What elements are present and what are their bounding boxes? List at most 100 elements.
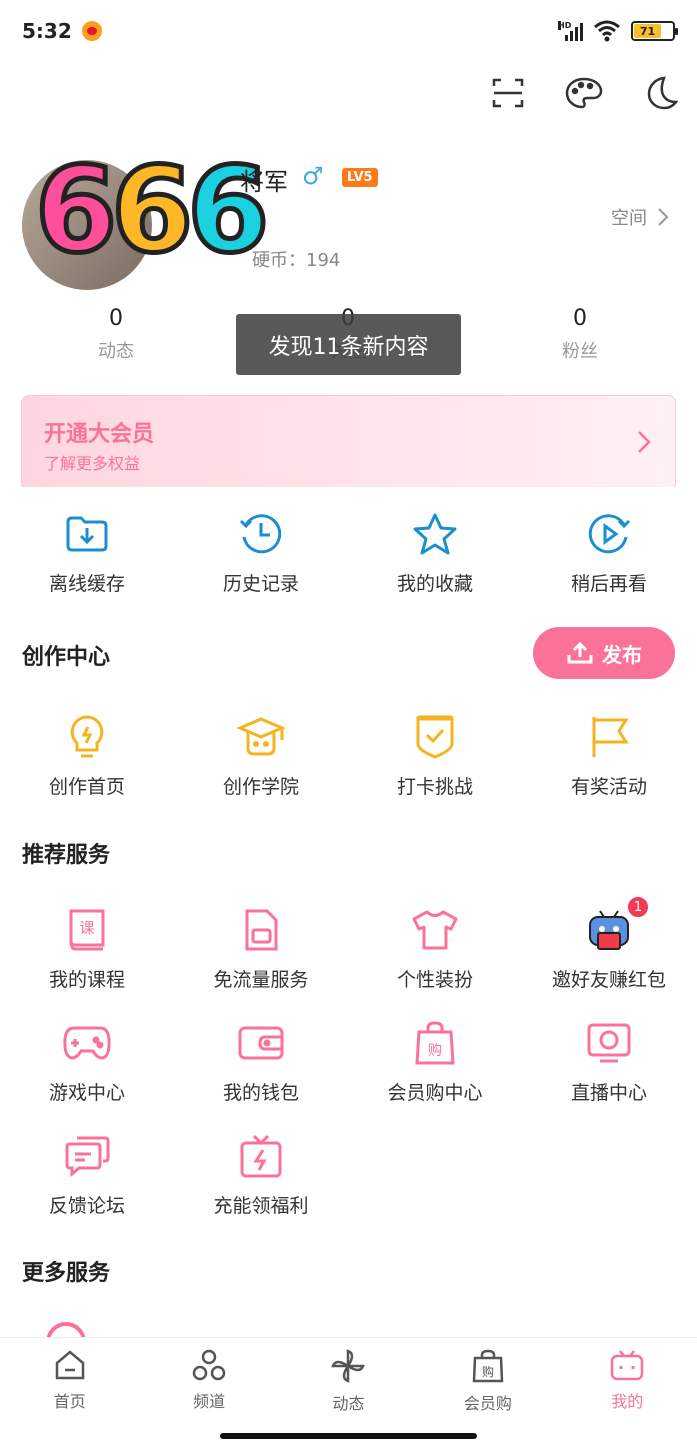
channel-icon	[192, 1349, 226, 1381]
username[interactable]: 将军	[240, 162, 288, 197]
tv-mine-icon	[611, 1350, 644, 1381]
666-badge-image: 666	[32, 141, 271, 279]
service-game-center[interactable]: 游戏中心	[0, 1018, 174, 1105]
creation-academy[interactable]: 创作学院	[174, 712, 348, 799]
creation-home[interactable]: 创作首页	[0, 712, 174, 799]
service-label: 我的课程	[48, 969, 125, 991]
service-my-courses[interactable]: 课 我的课程	[0, 905, 174, 992]
service-feedback-forum[interactable]: 反馈论坛	[0, 1131, 174, 1218]
creation-row: 创作首页 创作学院 打卡挑战 有奖活动	[0, 712, 697, 799]
status-indicators: HD 71	[558, 20, 678, 42]
home-indicator[interactable]	[220, 1433, 477, 1439]
stat-value: 0	[109, 306, 123, 331]
tab-label: 会员购	[463, 1394, 512, 1413]
publish-button[interactable]: 发布	[533, 627, 675, 679]
recommended-row-3: 反馈论坛 充能领福利	[0, 1131, 697, 1218]
stat-fans[interactable]: 0 粉丝	[464, 306, 696, 363]
vip-subtitle: 了解更多权益	[44, 454, 141, 473]
top-actions	[489, 74, 679, 112]
creation-label: 打卡挑战	[396, 776, 473, 798]
watch-later-icon	[584, 509, 634, 559]
quick-action-label: 离线缓存	[48, 573, 125, 595]
gamepad-icon	[62, 1018, 112, 1068]
service-invite-friends[interactable]: 1 邀好友赚红包	[522, 895, 696, 992]
svg-text:购: 购	[428, 1043, 442, 1059]
service-label: 邀好友赚红包	[551, 969, 666, 991]
space-link-label: 空间	[611, 208, 647, 229]
tshirt-icon	[410, 905, 460, 955]
quick-action-label: 稍后再看	[570, 573, 647, 595]
network-type-label: HD	[558, 21, 572, 30]
service-wallet[interactable]: 我的钱包	[174, 1018, 348, 1105]
chat-bubbles-icon	[62, 1131, 112, 1181]
stat-label: 动态	[98, 341, 134, 362]
star-icon	[410, 509, 460, 559]
service-live-center[interactable]: 直播中心	[522, 1018, 696, 1105]
battery-icon: 71	[631, 21, 678, 41]
service-vip-shop[interactable]: 购 会员购中心	[348, 1018, 522, 1105]
level-badge: LV5	[342, 168, 378, 187]
tab-label: 频道	[193, 1392, 226, 1411]
palette-icon[interactable]	[565, 74, 603, 112]
tab-home[interactable]: 首页	[0, 1338, 139, 1451]
lightbulb-icon	[62, 712, 112, 762]
gender-male-icon: ♂	[302, 162, 324, 190]
service-label: 充能领福利	[213, 1195, 309, 1217]
service-label: 免流量服务	[213, 969, 309, 991]
service-free-data[interactable]: 免流量服务	[174, 905, 348, 992]
svg-text:课: 课	[79, 919, 94, 937]
graduation-cap-icon	[236, 712, 286, 762]
stat-dynamics[interactable]: 0 动态	[0, 306, 232, 363]
coin-count: 硬币：194	[252, 250, 341, 271]
quick-action-label: 历史记录	[222, 573, 299, 595]
service-label: 个性装扮	[396, 969, 473, 991]
upload-icon	[567, 641, 593, 664]
creation-rewards[interactable]: 有奖活动	[522, 712, 696, 799]
quick-action-history[interactable]: 历史记录	[174, 509, 348, 596]
tab-label: 我的	[611, 1392, 644, 1411]
stat-value: 0	[573, 306, 587, 331]
publish-button-label: 发布	[602, 642, 642, 667]
download-folder-icon	[62, 509, 112, 559]
quick-actions-row: 离线缓存 历史记录 我的收藏 稍后再看	[0, 509, 697, 596]
quick-action-favorites[interactable]: 我的收藏	[348, 509, 522, 596]
section-title-more-services: 更多服务	[22, 1261, 111, 1286]
shopping-bag-icon: 购	[410, 1018, 460, 1068]
status-time: 5:32	[22, 19, 72, 43]
recommended-row-1: 课 我的课程 免流量服务 个性装扮 1 邀好友赚红包	[0, 895, 697, 992]
tab-mine[interactable]: 我的	[558, 1338, 697, 1451]
scan-icon[interactable]	[489, 74, 527, 112]
service-dress-up[interactable]: 个性装扮	[348, 905, 522, 992]
chevron-right-icon	[658, 208, 669, 226]
quick-action-offline-cache[interactable]: 离线缓存	[0, 509, 174, 596]
home-icon	[55, 1350, 84, 1380]
status-bar: 5:32 HD 71	[0, 0, 697, 62]
notification-badge: 1	[626, 895, 650, 919]
service-label: 游戏中心	[48, 1082, 125, 1104]
quick-action-watch-later[interactable]: 稍后再看	[522, 509, 696, 596]
creation-check-in-challenge[interactable]: 打卡挑战	[348, 712, 522, 799]
flag-icon	[584, 712, 634, 762]
svg-text:购: 购	[482, 1364, 494, 1379]
service-label: 我的钱包	[222, 1082, 299, 1104]
service-charge-benefits[interactable]: 充能领福利	[174, 1131, 348, 1218]
tab-label: 首页	[53, 1392, 86, 1411]
vip-title: 开通大会员	[44, 422, 155, 447]
space-link[interactable]: 空间	[611, 204, 669, 230]
vip-banner[interactable]: 开通大会员 了解更多权益	[21, 395, 676, 491]
course-book-icon: 课	[62, 905, 112, 955]
recommended-row-2: 游戏中心 我的钱包 购 会员购中心 直播中心	[0, 1018, 697, 1105]
profile-header: 666 将军 ♂ LV5 硬币：194 空间	[0, 140, 697, 300]
quick-action-label: 我的收藏	[396, 573, 473, 595]
service-label: 会员购中心	[387, 1082, 483, 1104]
battery-level: 71	[634, 24, 661, 38]
service-label: 反馈论坛	[48, 1195, 125, 1217]
service-label: 直播中心	[570, 1082, 647, 1104]
shop-bag-icon: 购	[472, 1349, 504, 1383]
chevron-right-icon	[638, 431, 651, 453]
sim-card-icon	[236, 905, 286, 955]
pinwheel-icon	[331, 1349, 366, 1383]
night-mode-icon[interactable]	[641, 74, 679, 112]
badge-check-icon	[410, 712, 460, 762]
live-tv-icon	[584, 1018, 634, 1068]
